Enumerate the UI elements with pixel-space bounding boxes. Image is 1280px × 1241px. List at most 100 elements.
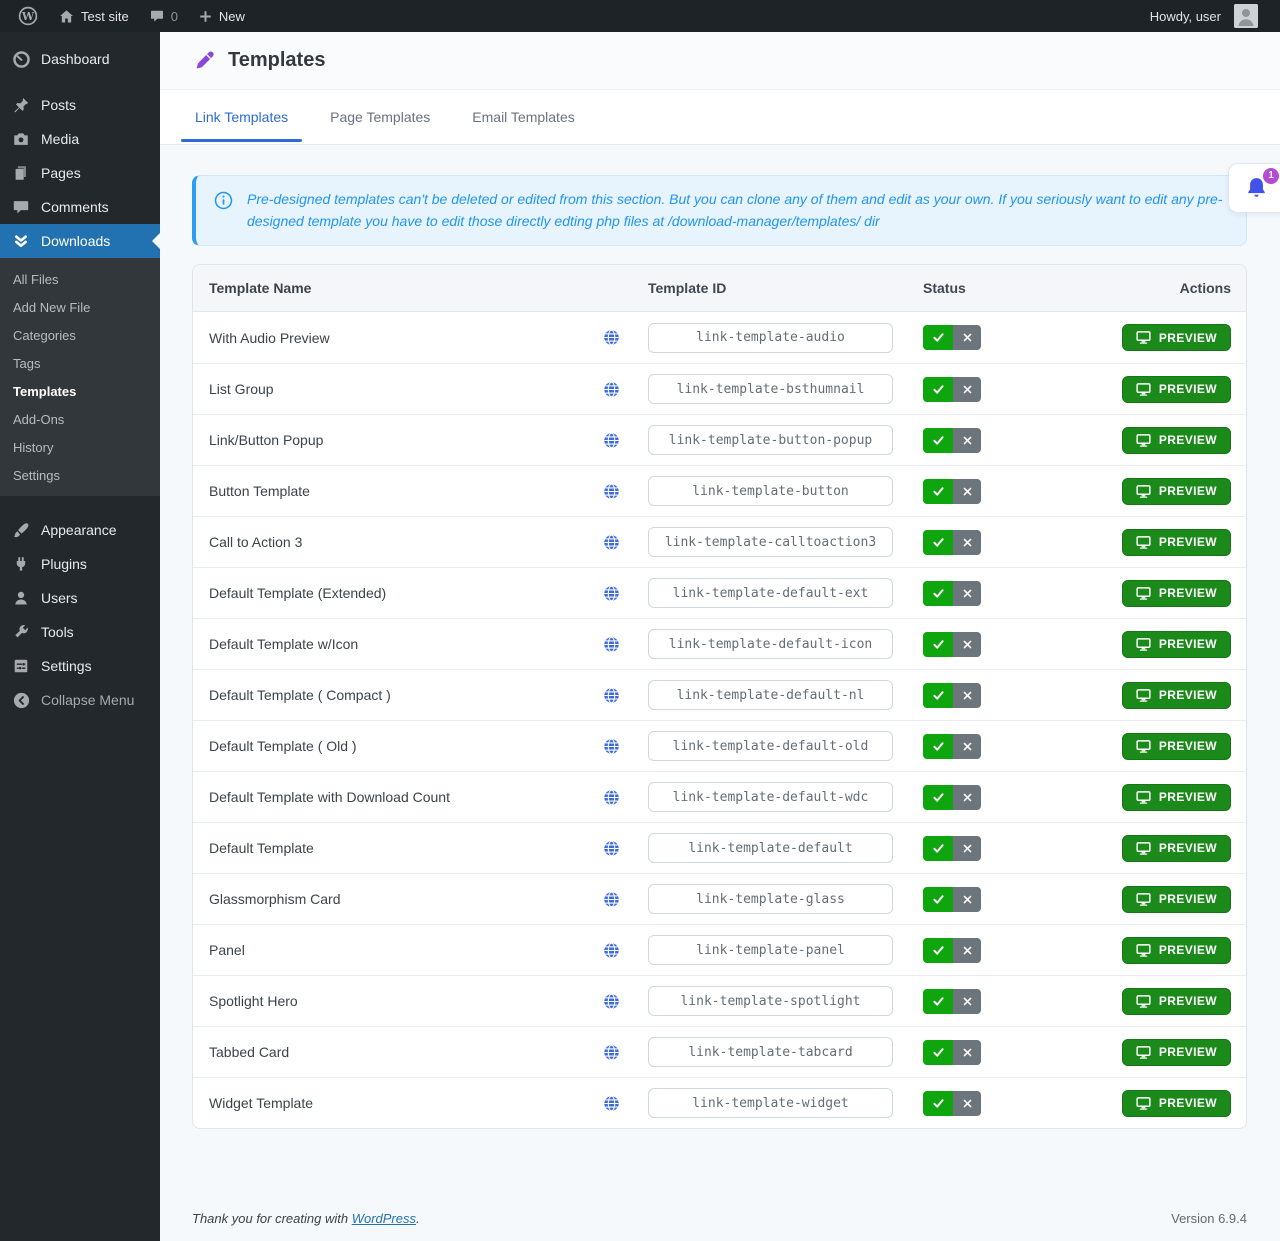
status-disable-button[interactable] [953, 734, 981, 759]
status-disable-button[interactable] [953, 581, 981, 606]
preview-button[interactable]: PREVIEW [1122, 784, 1231, 811]
template-id-input[interactable] [648, 935, 893, 965]
submenu-add-ons[interactable]: Add-Ons [0, 405, 160, 433]
sidebar-item-tools[interactable]: Tools [0, 615, 160, 649]
sidebar-item-comments[interactable]: Comments [0, 190, 160, 224]
status-active-button[interactable] [923, 377, 953, 402]
status-active-button[interactable] [923, 581, 953, 606]
status-disable-button[interactable] [953, 479, 981, 504]
template-id-input[interactable] [648, 680, 893, 710]
sidebar-item-users[interactable]: Users [0, 581, 160, 615]
status-active-button[interactable] [923, 428, 953, 453]
template-id-input[interactable] [648, 731, 893, 761]
template-name: Spotlight Hero [209, 993, 298, 1009]
status-disable-button[interactable] [953, 938, 981, 963]
tab-email-templates[interactable]: Email Templates [456, 90, 590, 144]
preview-button[interactable]: PREVIEW [1122, 1039, 1231, 1066]
preview-button[interactable]: PREVIEW [1122, 682, 1231, 709]
template-id-input[interactable] [648, 578, 893, 608]
status-active-button[interactable] [923, 989, 953, 1014]
preview-button[interactable]: PREVIEW [1122, 733, 1231, 760]
status-disable-button[interactable] [953, 325, 981, 350]
preview-button[interactable]: PREVIEW [1122, 631, 1231, 658]
template-id-input[interactable] [648, 476, 893, 506]
check-icon [933, 691, 944, 700]
status-disable-button[interactable] [953, 989, 981, 1014]
template-id-input[interactable] [648, 629, 893, 659]
submenu-templates[interactable]: Templates [0, 377, 160, 405]
status-active-button[interactable] [923, 683, 953, 708]
wrench-icon [11, 622, 31, 642]
template-id-input[interactable] [648, 986, 893, 1016]
template-id-input[interactable] [648, 884, 893, 914]
status-disable-button[interactable] [953, 887, 981, 912]
template-id-input[interactable] [648, 1037, 893, 1067]
submenu-settings[interactable]: Settings [0, 461, 160, 489]
status-disable-button[interactable] [953, 632, 981, 657]
status-disable-button[interactable] [953, 1040, 981, 1065]
status-disable-button[interactable] [953, 530, 981, 555]
template-id-input[interactable] [648, 323, 893, 353]
preview-button[interactable]: PREVIEW [1122, 324, 1231, 351]
status-active-button[interactable] [923, 836, 953, 861]
sidebar-item-plugins[interactable]: Plugins [0, 547, 160, 581]
sidebar-item-appearance[interactable]: Appearance [0, 513, 160, 547]
status-active-button[interactable] [923, 1091, 953, 1116]
status-active-button[interactable] [923, 632, 953, 657]
status-disable-button[interactable] [953, 683, 981, 708]
template-id-input[interactable] [648, 425, 893, 455]
my-account-menu[interactable]: Howdy, user [1142, 0, 1266, 32]
new-content-menu[interactable]: New [190, 0, 253, 32]
visit-site-link[interactable]: Test site [50, 0, 137, 32]
status-disable-button[interactable] [953, 836, 981, 861]
submenu-all-files[interactable]: All Files [0, 265, 160, 293]
preview-button[interactable]: PREVIEW [1122, 529, 1231, 556]
status-disable-button[interactable] [953, 1091, 981, 1116]
sidebar-item-downloads[interactable]: Downloads [0, 224, 160, 258]
status-active-button[interactable] [923, 325, 953, 350]
preview-button[interactable]: PREVIEW [1122, 580, 1231, 607]
status-active-button[interactable] [923, 479, 953, 504]
template-id-input[interactable] [648, 782, 893, 812]
preview-button[interactable]: PREVIEW [1122, 478, 1231, 505]
submenu-history[interactable]: History [0, 433, 160, 461]
check-icon [933, 742, 944, 751]
tab-page-templates[interactable]: Page Templates [314, 90, 446, 144]
status-active-button[interactable] [923, 530, 953, 555]
sidebar-item-collapse-menu[interactable]: Collapse Menu [0, 683, 160, 717]
template-id-input[interactable] [648, 527, 893, 557]
template-id-input[interactable] [648, 374, 893, 404]
sidebar-item-media[interactable]: Media [0, 122, 160, 156]
status-active-button[interactable] [923, 785, 953, 810]
template-id-input[interactable] [648, 833, 893, 863]
preview-button[interactable]: PREVIEW [1122, 376, 1231, 403]
wordpress-link[interactable]: WordPress [352, 1211, 416, 1226]
preview-button[interactable]: PREVIEW [1122, 937, 1231, 964]
preview-button[interactable]: PREVIEW [1122, 988, 1231, 1015]
sidebar-item-posts[interactable]: Posts [0, 88, 160, 122]
wordpress-logo-menu[interactable]: W [10, 0, 46, 32]
preview-button[interactable]: PREVIEW [1122, 835, 1231, 862]
sidebar-item-pages[interactable]: Pages [0, 156, 160, 190]
preview-button[interactable]: PREVIEW [1122, 886, 1231, 913]
status-disable-button[interactable] [953, 428, 981, 453]
sidebar-item-dashboard[interactable]: Dashboard [0, 42, 160, 76]
preview-button[interactable]: PREVIEW [1122, 427, 1231, 454]
status-active-button[interactable] [923, 938, 953, 963]
template-name: Call to Action 3 [209, 534, 302, 550]
preview-button[interactable]: PREVIEW [1122, 1090, 1231, 1117]
tab-link-templates[interactable]: Link Templates [179, 90, 304, 144]
status-active-button[interactable] [923, 887, 953, 912]
submenu-tags[interactable]: Tags [0, 349, 160, 377]
status-disable-button[interactable] [953, 377, 981, 402]
notification-widget[interactable]: 1 [1228, 163, 1280, 213]
page-title: Templates [228, 49, 325, 72]
sidebar-item-settings[interactable]: Settings [0, 649, 160, 683]
status-active-button[interactable] [923, 734, 953, 759]
comments-shortcut[interactable]: 0 [141, 0, 186, 32]
status-active-button[interactable] [923, 1040, 953, 1065]
status-disable-button[interactable] [953, 785, 981, 810]
submenu-categories[interactable]: Categories [0, 321, 160, 349]
template-id-input[interactable] [648, 1088, 893, 1118]
submenu-add-new-file[interactable]: Add New File [0, 293, 160, 321]
